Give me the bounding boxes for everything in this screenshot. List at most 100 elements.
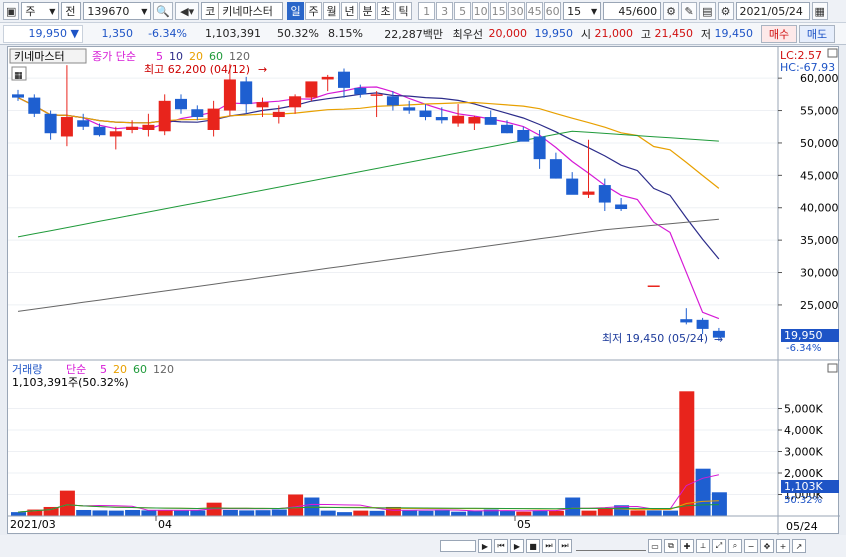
copy-icon[interactable]: ⧉ <box>664 539 678 553</box>
period-tab-6[interactable]: 틱 <box>395 2 413 20</box>
y-tick-label: 55,000 <box>800 105 839 118</box>
period-tab-3[interactable]: 년 <box>341 2 359 20</box>
play-icon[interactable]: ▶ <box>510 539 524 553</box>
legend-ma-120: 120 <box>229 50 250 63</box>
high-value: 21,450 <box>654 27 694 40</box>
volume-legend-ma-20: 20 <box>113 363 127 376</box>
stock-name-box[interactable]: 코 키네마스터 <box>201 2 284 20</box>
layout-icon[interactable]: ▣ <box>3 2 20 20</box>
zoom-in-icon[interactable]: + <box>776 539 790 553</box>
panel-close-icon[interactable] <box>827 363 838 373</box>
crosshair-icon[interactable]: ✚ <box>680 539 694 553</box>
candle-body <box>647 285 660 287</box>
period-tab-5[interactable]: 초 <box>377 2 395 20</box>
volume-bar <box>467 510 483 516</box>
volume-y-tick-label: 2,000K <box>784 467 823 480</box>
interval-button-1[interactable]: 3 <box>436 2 454 20</box>
candle-body <box>28 97 41 114</box>
volume-bar <box>402 510 418 516</box>
interval-button-4[interactable]: 15 <box>490 2 508 20</box>
count-max: /600 <box>632 4 658 18</box>
first-icon[interactable]: ⏮ <box>494 539 508 553</box>
date-field[interactable]: 2021/05/24 <box>735 2 810 20</box>
settings-grid-icon[interactable]: ⚙ <box>663 2 680 20</box>
last-icon[interactable]: ⏭ <box>558 539 572 553</box>
save-icon[interactable]: ▤ <box>699 2 716 20</box>
next-icon[interactable]: ⏭ <box>542 539 556 553</box>
interval-select[interactable]: 15 ▼ <box>563 2 602 20</box>
interval-button-5[interactable]: 30 <box>508 2 526 20</box>
name-prefix: 코 <box>202 3 220 19</box>
period-tab-1[interactable]: 주 <box>305 2 323 20</box>
interval-button-7[interactable]: 60 <box>544 2 562 20</box>
magnify-icon[interactable]: ⌕ <box>728 539 742 553</box>
bid-label: 최우선 <box>452 27 483 41</box>
code-input[interactable]: 139670 ▼ <box>83 2 152 20</box>
calendar-icon[interactable]: ▦ <box>811 2 828 20</box>
scroll-track[interactable] <box>440 540 476 552</box>
search-icon[interactable]: 🔍 <box>153 2 174 20</box>
window-icon[interactable]: ▭ <box>648 539 662 553</box>
candle-body <box>240 81 253 105</box>
fit-icon[interactable]: ↗ <box>792 539 806 553</box>
candle-body <box>582 191 595 195</box>
volume-bar <box>125 509 141 516</box>
interval-buttons: 1 3 5 10 15 30 45 60 <box>418 2 562 20</box>
volume-bar <box>222 509 238 516</box>
y-tick-label: 60,000 <box>800 72 839 85</box>
chart-svg[interactable]: 키네마스터 종가 단순 5 10 20 60 120 ▦ 최고 62,200 (04/1… <box>8 47 840 535</box>
volume-bar <box>320 510 336 516</box>
count-input[interactable]: 45/600 <box>603 2 662 20</box>
sell-button[interactable]: 매도 <box>799 24 835 43</box>
candle-body <box>566 178 579 195</box>
grid-icon: ▦ <box>14 71 23 81</box>
period-tab-4[interactable]: 분 <box>359 2 377 20</box>
min-label: 최저 19,450 (05/24) <box>602 332 708 345</box>
volume-bar <box>532 510 548 516</box>
legend-stock-name: 키네마스터 <box>14 50 65 63</box>
current-pct-label: -6.34% <box>786 343 821 354</box>
interval-button-0[interactable]: 1 <box>418 2 436 20</box>
market-value: 전 <box>65 5 76 18</box>
prev-icon[interactable]: ▶ <box>478 539 492 553</box>
count-value: 45 <box>618 4 633 18</box>
volume-ratio: 50.32% <box>277 27 319 40</box>
gear-icon[interactable]: ⚙ <box>717 2 734 20</box>
candle-body <box>615 204 628 210</box>
volume-bar <box>288 494 304 516</box>
draw-tool-icon[interactable]: ✎ <box>681 2 698 20</box>
market-select[interactable]: 전 <box>61 2 82 20</box>
interval-button-3[interactable]: 10 <box>472 2 490 20</box>
y-tick-label: 50,000 <box>800 137 839 150</box>
zoom-slider[interactable] <box>576 541 646 551</box>
market-type-select[interactable]: 주 ▼ <box>21 2 60 20</box>
speaker-icon[interactable]: ◀▾ <box>175 2 200 20</box>
volume-bar <box>174 510 189 516</box>
volume-bar <box>337 512 352 516</box>
candle-body <box>93 126 106 136</box>
bottom-controls: ▶ ⏮ ▶ ■ ⏭ ⏭ ▭ ⧉ ✚ ⟂ ⤢ ⌕ − ✥ + ↗ <box>0 535 846 557</box>
period-tab-0[interactable]: 일 <box>287 2 305 20</box>
interval-value: 15 <box>567 4 582 18</box>
expand-icon[interactable]: ⤢ <box>712 539 726 553</box>
ask-value: 19,950 <box>534 27 574 40</box>
volume-legend-ma: 단순 <box>66 363 86 376</box>
volume-ma-5-line <box>17 474 720 513</box>
ruler-icon[interactable]: ⟂ <box>696 539 710 553</box>
buy-button[interactable]: 매수 <box>761 24 797 43</box>
volume-legend-name: 거래량 <box>12 363 42 376</box>
volume-bar <box>255 510 271 516</box>
candle-body <box>77 120 90 127</box>
legend-ma-20: 20 <box>189 50 203 63</box>
interval-button-2[interactable]: 5 <box>454 2 472 20</box>
chart-area[interactable]: 키네마스터 종가 단순 5 10 20 60 120 ▦ 최고 62,200 (04/1… <box>7 46 840 535</box>
move-icon[interactable]: ✥ <box>760 539 774 553</box>
interval-button-6[interactable]: 45 <box>526 2 544 20</box>
low-label: 저 <box>700 27 711 41</box>
stop-icon[interactable]: ■ <box>526 539 540 553</box>
volume-bar <box>500 510 515 516</box>
high-label: 고 <box>640 27 651 41</box>
zoom-out-icon[interactable]: − <box>744 539 758 553</box>
period-tab-2[interactable]: 월 <box>323 2 341 20</box>
price-panel-close-icon[interactable] <box>827 48 838 58</box>
